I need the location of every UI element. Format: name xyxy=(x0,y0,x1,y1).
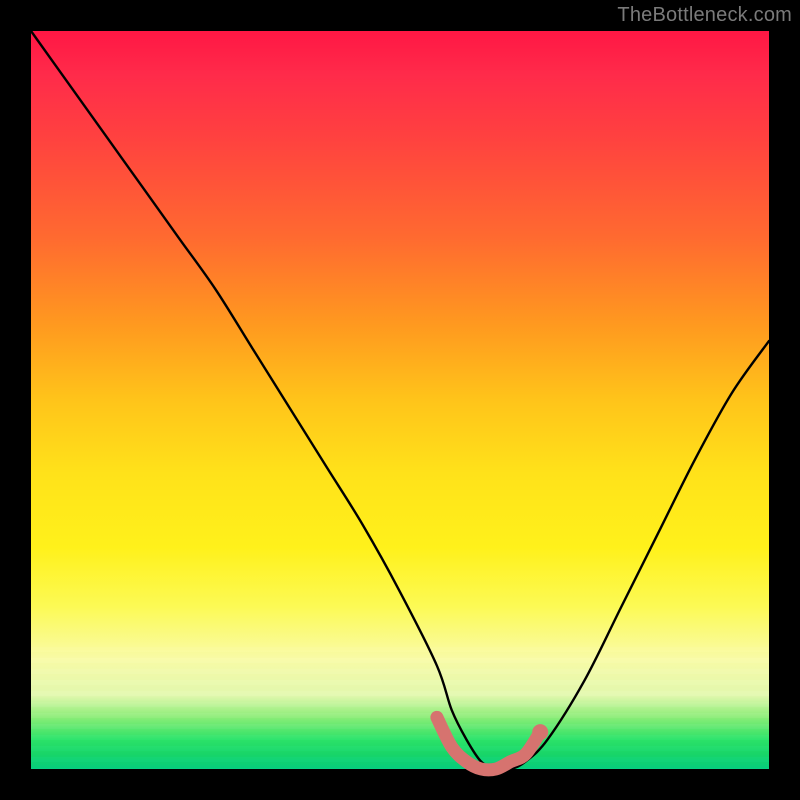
bottleneck-curve xyxy=(31,31,769,770)
curve-layer xyxy=(31,31,769,769)
watermark-text: TheBottleneck.com xyxy=(617,4,792,27)
chart-frame: TheBottleneck.com xyxy=(0,0,800,800)
optimal-region-end-marker xyxy=(532,724,548,740)
optimal-region-highlight xyxy=(437,717,540,770)
